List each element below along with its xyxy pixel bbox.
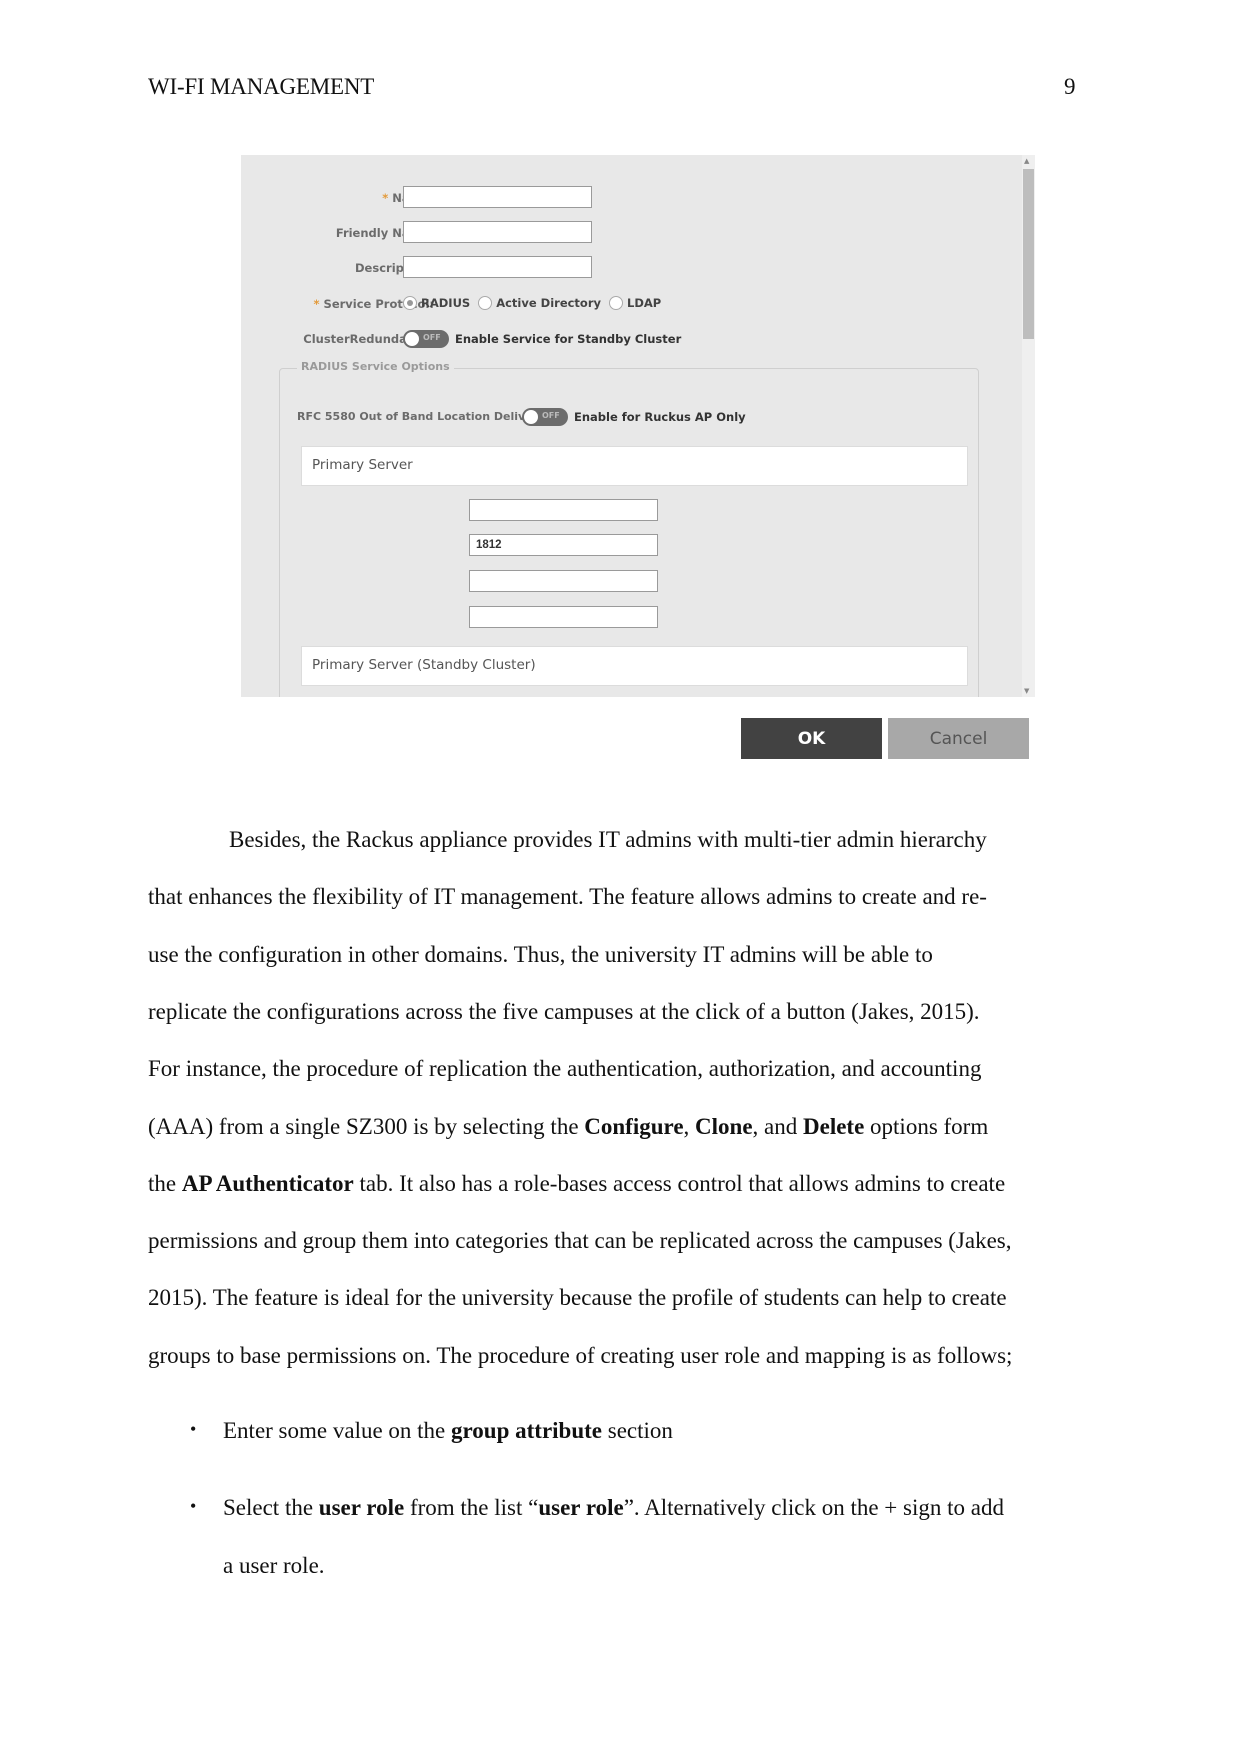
description-input[interactable] — [403, 256, 592, 278]
radio-ldap-label[interactable]: LDAP — [627, 296, 661, 310]
toggle-knob — [405, 332, 419, 346]
bold-text-run: Clone — [695, 1114, 753, 1139]
paragraph-line: that enhances the flexibility of IT mana… — [148, 883, 987, 911]
service-protocol-radio-group: RADIUS Active Directory LDAP — [403, 296, 665, 310]
paragraph-line: the AP Authenticator tab. It also has a … — [148, 1170, 1005, 1198]
text-run: from the list “ — [404, 1495, 539, 1520]
bullet-item-line: Select the user role from the list “user… — [223, 1494, 1004, 1522]
ip-address-input[interactable] — [469, 499, 658, 521]
text-run: that enhances the flexibility of IT mana… — [148, 884, 987, 909]
paragraph-line: replicate the configurations across the … — [148, 998, 980, 1026]
paragraph-line: permissions and group them into categori… — [148, 1227, 1012, 1255]
text-run: groups to base permissions on. The proce… — [148, 1343, 1013, 1368]
text-run: For instance, the procedure of replicati… — [148, 1056, 982, 1081]
text-run: , — [683, 1114, 696, 1139]
paragraph-line: groups to base permissions on. The proce… — [148, 1342, 1012, 1370]
bullet-item-line: a user role. — [223, 1552, 325, 1580]
bold-text-run: user role — [318, 1495, 405, 1520]
paragraph-line: Besides, the Rackus appliance provides I… — [229, 826, 987, 854]
paragraph-line: 2015). The feature is ideal for the univ… — [148, 1284, 1007, 1312]
text-run: ”. Alternatively click on the + sign to … — [623, 1495, 1004, 1520]
bold-text-run: Configure — [584, 1114, 684, 1139]
required-marker: * — [313, 297, 320, 311]
paragraph-line: (AAA) from a single SZ300 is by selectin… — [148, 1113, 988, 1141]
text-run: Enter some value on the — [223, 1418, 452, 1443]
bold-text-run: group attribute — [451, 1418, 603, 1443]
radio-active-directory-label[interactable]: Active Directory — [496, 296, 601, 310]
bullet-item-line: Enter some value on the group attribute … — [223, 1417, 673, 1445]
scroll-thumb[interactable] — [1023, 169, 1034, 339]
rfc5580-label: RFC 5580 Out of Band Location Delivery: — [297, 410, 550, 423]
toggle-knob — [524, 410, 538, 424]
paragraph-line: use the configuration in other domains. … — [148, 941, 933, 969]
bullet-icon: • — [190, 1496, 197, 1516]
toggle-state: OFF — [542, 411, 560, 420]
standby-server-header: Primary Server (Standby Cluster) — [301, 646, 968, 686]
text-run: options form — [864, 1114, 989, 1139]
required-marker: * — [382, 191, 389, 205]
bullet-icon: • — [190, 1419, 197, 1439]
scrollbar[interactable]: ▲ ▼ — [1022, 155, 1035, 697]
radio-radius[interactable] — [403, 296, 417, 310]
text-run: Select the — [223, 1495, 319, 1520]
friendly-name-input[interactable] — [403, 221, 592, 243]
confirm-secret-input[interactable] — [469, 606, 658, 628]
bold-text-run: Delete — [803, 1114, 865, 1139]
text-run: the — [148, 1171, 182, 1196]
toggle-state: OFF — [423, 333, 441, 342]
radio-radius-label[interactable]: RADIUS — [421, 296, 470, 310]
text-run: replicate the configurations across the … — [148, 999, 980, 1024]
bold-text-run: user role — [538, 1495, 624, 1520]
shared-secret-input[interactable] — [469, 570, 658, 592]
paragraph-line: For instance, the procedure of replicati… — [148, 1055, 981, 1083]
text-run: Besides, the Rackus appliance provides I… — [229, 827, 987, 852]
rfc5580-caption: Enable for Ruckus AP Only — [574, 410, 746, 424]
radio-ldap[interactable] — [609, 296, 624, 310]
text-run: a user role. — [223, 1553, 325, 1578]
cluster-redundancy-caption: Enable Service for Standby Cluster — [455, 332, 682, 346]
scroll-up-arrow-icon[interactable]: ▲ — [1024, 157, 1029, 165]
text-run: tab. It also has a role-bases access con… — [353, 1171, 1006, 1196]
text-run: use the configuration in other domains. … — [148, 942, 933, 967]
page-number: 9 — [1064, 74, 1076, 99]
port-input[interactable] — [469, 534, 658, 556]
scroll-down-arrow-icon[interactable]: ▼ — [1024, 687, 1029, 695]
cluster-redundancy-toggle[interactable]: OFF — [403, 330, 449, 348]
text-run: 2015). The feature is ideal for the univ… — [148, 1285, 1007, 1310]
text-run: permissions and group them into categori… — [148, 1228, 1012, 1253]
bold-text-run: AP Authenticator — [181, 1171, 354, 1196]
cancel-button[interactable]: Cancel — [888, 718, 1029, 759]
text-run: (AAA) from a single SZ300 is by selectin… — [148, 1114, 585, 1139]
rfc5580-toggle[interactable]: OFF — [522, 408, 568, 426]
running-head: WI-FI MANAGEMENT — [148, 74, 375, 99]
radius-service-options-legend: RADIUS Service Options — [297, 360, 454, 373]
ok-button[interactable]: OK — [741, 718, 882, 759]
dialog-screenshot: *Name: Friendly Name: Description: *Serv… — [241, 155, 1035, 697]
name-input[interactable] — [403, 186, 592, 208]
radio-active-directory[interactable] — [478, 296, 493, 310]
primary-server-header: Primary Server — [301, 446, 968, 486]
text-run: , and — [752, 1114, 803, 1139]
text-run: section — [602, 1418, 673, 1443]
